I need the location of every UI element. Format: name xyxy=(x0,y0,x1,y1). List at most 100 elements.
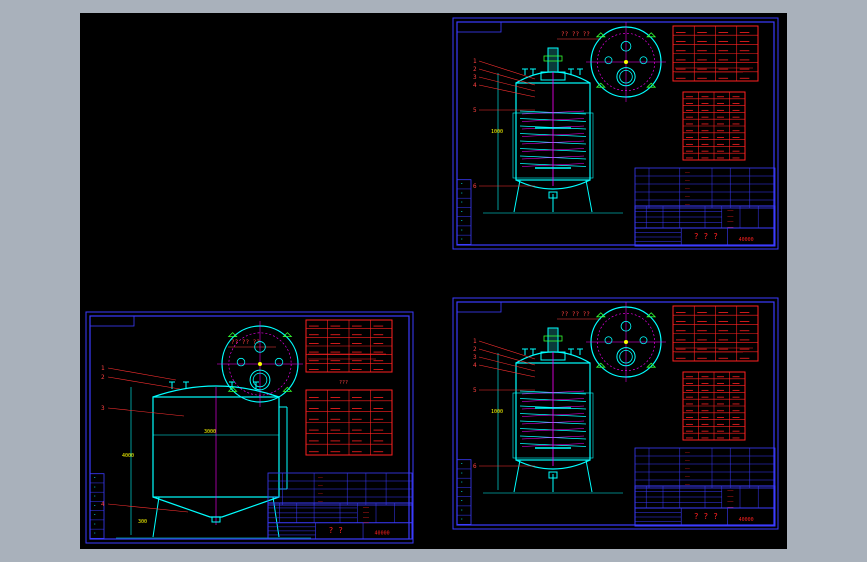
title-block-name: ? ? ? xyxy=(694,232,718,241)
support-leg xyxy=(513,179,521,213)
nozzle-circle xyxy=(639,56,648,65)
parts-list: —————————— xyxy=(634,447,776,489)
revision-strip: · · · · · · · xyxy=(456,179,472,245)
parts-list-text: —— xyxy=(685,450,690,455)
nozzle-circle xyxy=(236,357,246,367)
callout-number: 2 xyxy=(473,66,477,73)
shell-label: 3000 xyxy=(204,429,216,435)
dimension-text: 4000 xyxy=(122,453,134,459)
section-title: ?? ?? ?? xyxy=(231,339,260,346)
callout-leader xyxy=(107,367,177,381)
callout-number: 5 xyxy=(473,107,477,114)
left-strip-text: · xyxy=(460,507,464,514)
drawing-sheet-bottom-right[interactable]: ·······1000123456?? ?? ??———————————————… xyxy=(452,297,779,530)
callout-number: 2 xyxy=(473,346,477,353)
motor xyxy=(547,327,559,353)
nozzle-circle xyxy=(604,336,613,345)
dimension-text: 1000 xyxy=(491,129,503,135)
parts-list-text: —— xyxy=(318,475,323,480)
callout-number: 4 xyxy=(473,362,477,369)
technical-characteristics-table xyxy=(305,319,393,373)
cad-drawing-svg[interactable]: ·······1000123456?? ?? ??———————————————… xyxy=(80,13,787,549)
center-point xyxy=(258,362,262,366)
nozzle-table-title: ??? xyxy=(339,380,348,386)
sheet-inner-border xyxy=(89,315,410,540)
left-strip-text: · xyxy=(460,181,464,188)
parts-list-text: —— xyxy=(685,474,690,479)
parts-list-text: —— xyxy=(685,458,690,463)
callout-number: 6 xyxy=(473,463,477,470)
technical-characteristics-table xyxy=(672,305,759,362)
callout-number: 3 xyxy=(473,354,477,361)
dimension-text: 1000 xyxy=(491,409,503,415)
drawing-sheet-bottom-left[interactable]: · · · · · · · 3000 4000 300 1 2 3 4 ?? ?? ????? —— —— —— —… xyxy=(85,311,414,544)
left-strip-text: · xyxy=(93,493,97,500)
callout-number: 1 xyxy=(473,58,477,65)
top-view xyxy=(217,321,303,407)
drawing-number: 40000 xyxy=(739,517,754,523)
parts-list-border xyxy=(634,167,776,209)
app-window: · · · · · · · 1000 1 2 3 4 5 6?? ?? ?? —— —— —— —— —— —— —— —… xyxy=(0,0,867,562)
callout-leader xyxy=(478,364,536,378)
left-strip-text: · xyxy=(460,498,464,505)
left-strip-text: · xyxy=(460,199,464,206)
support-leg xyxy=(513,459,521,493)
motor xyxy=(547,47,559,73)
parts-list-text: —— xyxy=(685,186,690,191)
callout-number: 3 xyxy=(473,74,477,81)
nozzle-circle xyxy=(639,336,648,345)
revision-strip: · · · · · · · xyxy=(456,459,472,525)
title-block-name: ? ? ? xyxy=(694,512,718,521)
center-point xyxy=(624,60,628,64)
center-point xyxy=(624,340,628,344)
technical-characteristics-table xyxy=(672,25,759,82)
parts-list-text: —— xyxy=(318,483,323,488)
callout-leader xyxy=(107,407,185,417)
parts-list-border xyxy=(634,447,776,489)
support-leg xyxy=(585,459,593,493)
top-view xyxy=(586,22,666,102)
parts-list: ———————— xyxy=(267,472,413,506)
callout-number: 2 xyxy=(101,374,105,381)
left-strip-text: · xyxy=(460,227,464,234)
cad-drawing-canvas[interactable]: · · · · · · · 1000 1 2 3 4 5 6?? ?? ?? —— —— —— —— —— —— —— —… xyxy=(80,13,787,549)
callout-leader xyxy=(478,356,536,372)
reactor-elevation: 1000 1234 5 6 ?? ?? ?? xyxy=(473,311,623,494)
nozzle-circle xyxy=(604,56,613,65)
title-block-text: —— xyxy=(727,505,734,511)
left-strip-text: · xyxy=(460,461,464,468)
left-strip-text: · xyxy=(460,236,464,243)
sheet-corner-tag xyxy=(456,21,502,33)
left-strip-text: · xyxy=(460,470,464,477)
nozzle-table xyxy=(305,389,393,456)
sheet-corner-tag xyxy=(456,301,502,313)
drawing-sheet-top-right[interactable]: ·······1000123456?? ?? ??———————————————… xyxy=(452,17,779,250)
parts-list: —————————— xyxy=(634,167,776,209)
callout-leader xyxy=(478,76,536,92)
sheet-corner-tag xyxy=(89,315,135,327)
reactor-elevation: 1000 1234 5 6 ?? ?? ?? xyxy=(473,31,623,214)
drawing-number: 40000 xyxy=(375,530,390,536)
left-strip-text: · xyxy=(93,530,97,537)
nozzle-table xyxy=(682,371,746,441)
left-strip-text: · xyxy=(460,516,464,523)
left-strip-text: · xyxy=(93,475,97,482)
title-block: ————————? ? ? 40000 xyxy=(634,205,776,247)
callout-leader xyxy=(478,60,536,80)
parts-list-text: —— xyxy=(685,194,690,199)
drawing-number: 40000 xyxy=(739,237,754,243)
top-view xyxy=(586,302,666,382)
parts-list-text: —— xyxy=(318,491,323,496)
parts-list-text: —— xyxy=(685,466,690,471)
left-strip-text: · xyxy=(460,479,464,486)
left-strip-text: · xyxy=(93,502,97,509)
parts-list-text: —— xyxy=(685,170,690,175)
left-strip-text: · xyxy=(460,208,464,215)
dimension-text: 300 xyxy=(138,519,147,525)
callout-number: 4 xyxy=(473,82,477,89)
section-title: ?? ?? ?? xyxy=(561,311,590,318)
callout-number: 1 xyxy=(101,365,105,372)
left-strip-text: · xyxy=(93,521,97,528)
title-block: ————————? ? ? 40000 xyxy=(634,485,776,527)
section-title: ?? ?? ?? xyxy=(561,31,590,38)
